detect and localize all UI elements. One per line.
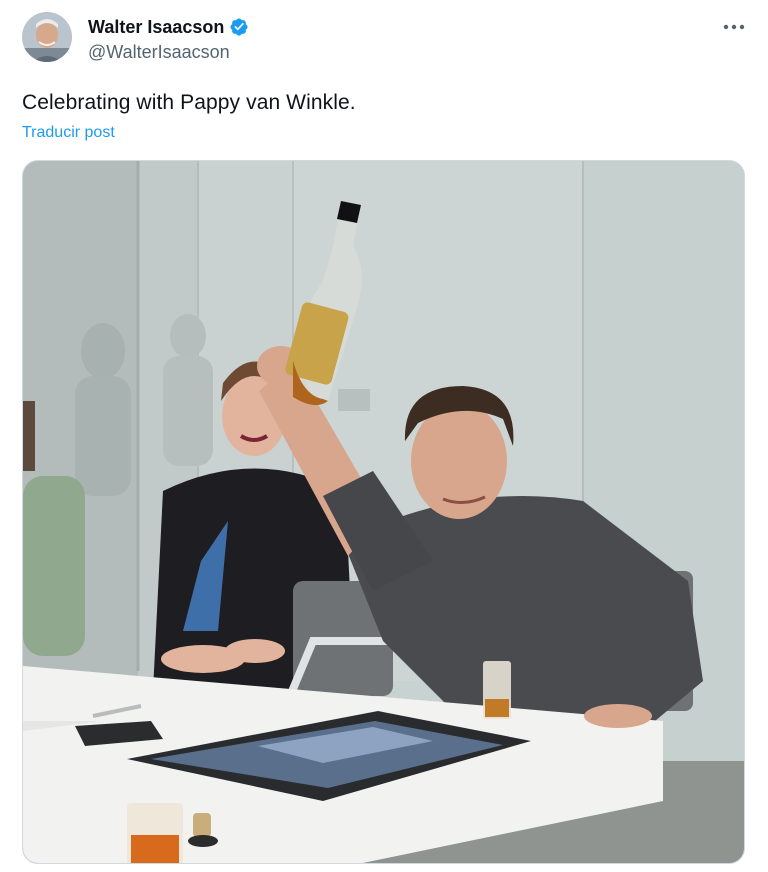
more-options-icon bbox=[723, 24, 745, 30]
more-options-button[interactable] bbox=[720, 14, 748, 40]
avatar-image bbox=[22, 12, 72, 62]
author-name-row: Walter Isaacson bbox=[88, 16, 249, 38]
author-display-name[interactable]: Walter Isaacson bbox=[88, 17, 224, 38]
tweet-post: Walter Isaacson @WalterIsaacson Celebrat… bbox=[0, 0, 768, 872]
author-handle[interactable]: @WalterIsaacson bbox=[88, 42, 230, 63]
photo-image bbox=[23, 161, 744, 863]
author-avatar[interactable] bbox=[22, 12, 72, 62]
post-text: Celebrating with Pappy van Winkle. bbox=[22, 91, 356, 114]
translate-post-link[interactable]: Traducir post bbox=[22, 124, 115, 142]
verified-badge-icon bbox=[230, 18, 248, 36]
photo-media[interactable] bbox=[22, 160, 745, 864]
